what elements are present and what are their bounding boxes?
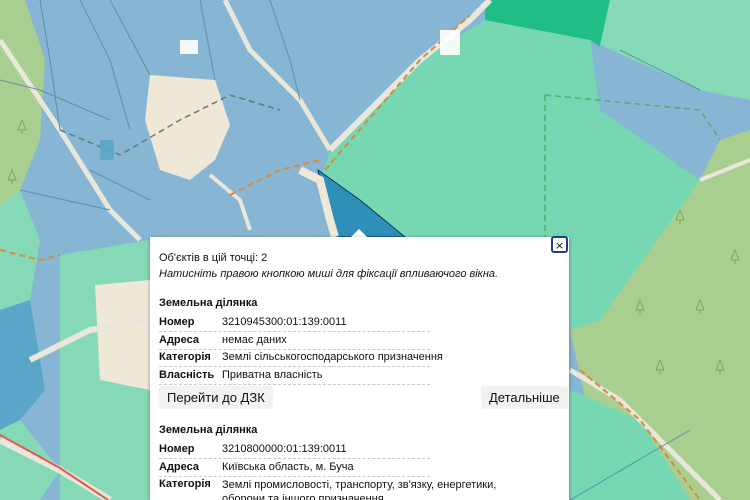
- info-popup: Об'єктів в цій точці: 2 Натисніть правою…: [150, 237, 569, 500]
- parcel-title-2: Земельна ділянка: [159, 424, 258, 436]
- close-popup-button[interactable]: ×: [551, 236, 568, 253]
- row-value: Землі промисловості, транспорту, зв'язку…: [222, 479, 497, 500]
- row-key: Адреса: [159, 334, 199, 346]
- popup-pointer: [351, 229, 367, 237]
- parcel-2-row-address: Адреса Київська область, м. Буча: [159, 459, 430, 477]
- row-key: Номер: [159, 443, 195, 455]
- row-value: 3210945300:01:139:0011: [222, 316, 347, 328]
- parcel-2-row-category: Категорія Землі промисловості, транспорт…: [159, 476, 559, 500]
- row-value: Приватна власність: [222, 369, 323, 381]
- parcel-1-row-address: Адреса немає даних: [159, 332, 430, 350]
- row-value: 3210800000:01:139:0011: [222, 443, 347, 455]
- row-value: Київська область, м. Буча: [222, 461, 354, 473]
- row-value: Землі сільськогосподарського призначення: [222, 351, 443, 363]
- parcel-1-row-ownership: Власність Приватна власність: [159, 367, 430, 385]
- row-key: Власність: [159, 369, 215, 381]
- goto-dzk-button[interactable]: Перейти до ДЗК: [159, 386, 273, 409]
- row-key: Категорія: [159, 478, 211, 490]
- row-key: Категорія: [159, 351, 211, 363]
- parcel-1-row-category: Категорія Землі сільськогосподарського п…: [159, 349, 443, 367]
- objects-count-text: Об'єктів в цій точці: 2: [159, 252, 268, 264]
- row-key: Адреса: [159, 461, 199, 473]
- row-value: немає даних: [222, 334, 287, 346]
- parcel-1-row-number: Номер 3210945300:01:139:0011: [159, 314, 430, 332]
- details-button[interactable]: Детальніше: [481, 386, 568, 409]
- parcel-title-1: Земельна ділянка: [159, 297, 258, 309]
- parcel-2-row-number: Номер 3210800000:01:139:0011: [159, 441, 430, 459]
- open-land-2: [95, 280, 150, 390]
- pin-popup-hint: Натисніть правою кнопкою миші для фіксац…: [159, 268, 499, 280]
- row-key: Номер: [159, 316, 195, 328]
